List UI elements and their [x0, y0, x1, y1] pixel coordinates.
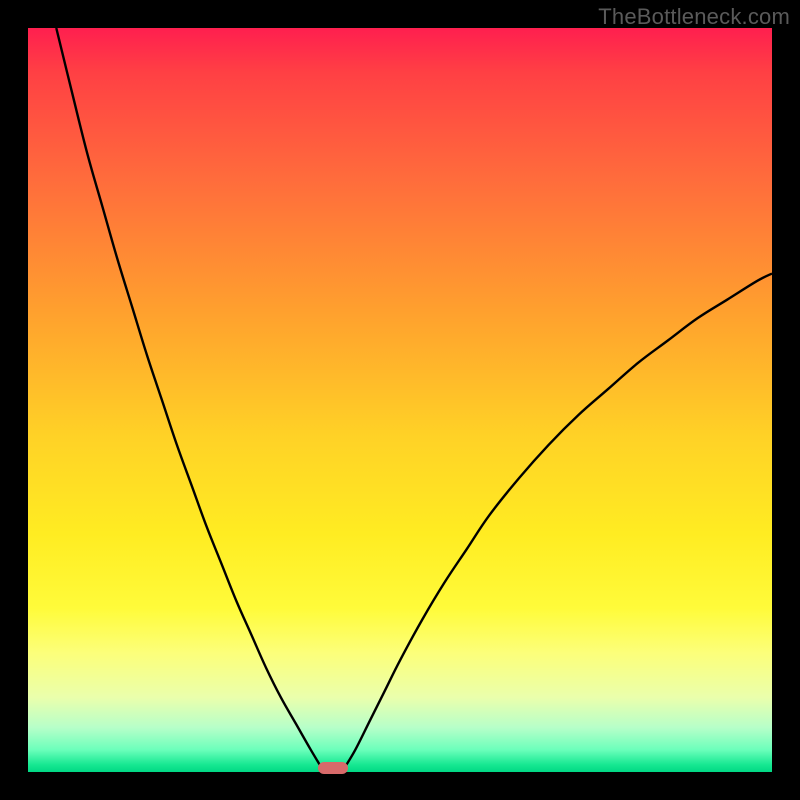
watermark-text: TheBottleneck.com [598, 4, 790, 30]
chart-frame [28, 28, 772, 772]
bottleneck-marker [318, 762, 348, 774]
bottleneck-curve [28, 28, 772, 772]
curve-left-branch [56, 28, 322, 768]
curve-right-branch [344, 274, 772, 769]
